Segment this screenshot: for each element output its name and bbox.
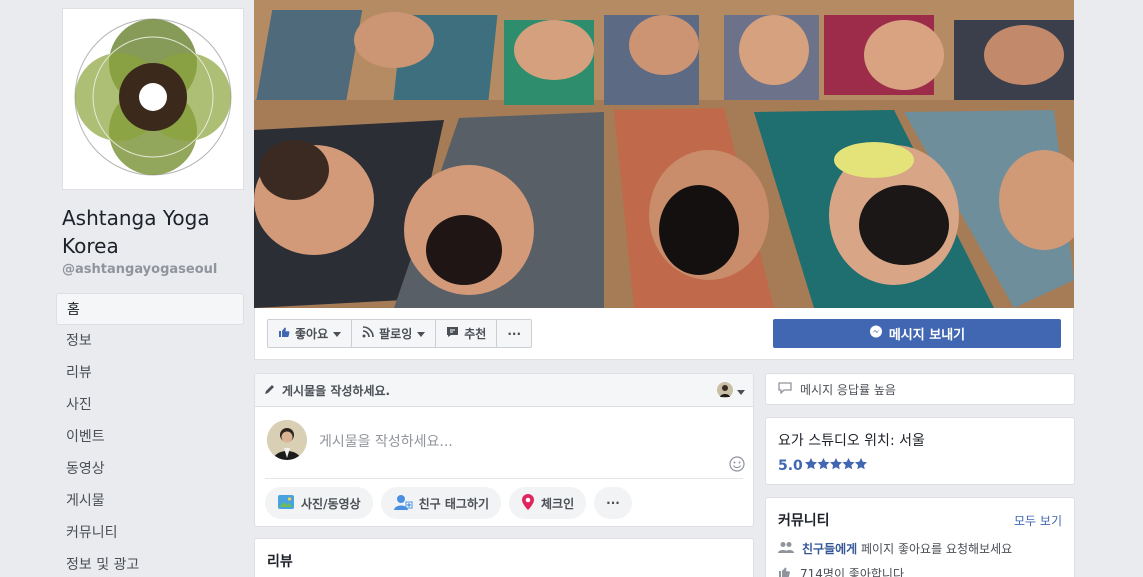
response-rate-text: 메시지 응답률 높음 xyxy=(800,382,896,397)
location-pin-icon xyxy=(521,493,535,514)
comment-icon xyxy=(446,326,459,341)
recommend-button-label: 추천 xyxy=(464,327,487,341)
like-button-label: 좋아요 xyxy=(295,327,329,341)
composer-header-label: 게시물을 작성하세요. xyxy=(282,383,391,398)
page-logo[interactable] xyxy=(62,8,244,190)
more-button[interactable]: ··· xyxy=(497,320,531,347)
location-text: 요가 스튜디오 위치: 서울 xyxy=(778,433,925,449)
nav-item-about[interactable]: 정보 xyxy=(56,325,244,357)
likes-count-text: 714명이 좋아합니다 xyxy=(800,567,904,577)
like-button[interactable]: 좋아요 xyxy=(268,320,353,347)
tag-friends-icon xyxy=(393,493,413,514)
chevron-down-icon xyxy=(333,327,342,341)
follow-button[interactable]: 팔로잉 xyxy=(352,320,437,347)
page-action-group: 좋아요 팔로잉 추천 ··· xyxy=(267,319,533,348)
send-message-label: 메시지 보내기 xyxy=(888,328,966,343)
composer-header[interactable]: 게시물을 작성하세요. xyxy=(255,374,753,407)
photo-video-label: 사진/동영상 xyxy=(301,496,361,511)
nav-item-home[interactable]: 홈 xyxy=(56,293,244,325)
composer-more-label: ··· xyxy=(606,496,620,510)
pencil-icon xyxy=(264,383,276,398)
location-rating-card: 요가 스튜디오 위치: 서울 5.0 xyxy=(765,417,1075,485)
invite-friends-text: 친구들에게 페이지 좋아요를 요청해보세요 xyxy=(802,540,1012,557)
nav-item-events[interactable]: 이벤트 xyxy=(56,421,244,453)
smiley-icon[interactable] xyxy=(729,456,745,472)
rating-value: 5.0 xyxy=(778,458,803,474)
invite-friends-row[interactable]: 친구들에게 페이지 좋아요를 요청해보세요 xyxy=(778,540,1062,557)
follow-button-label: 팔로잉 xyxy=(379,327,413,341)
avatar-small xyxy=(717,382,733,401)
nav-item-community[interactable]: 커뮤니티 xyxy=(56,517,244,549)
tag-friends-button[interactable]: 친구 태그하기 xyxy=(380,487,502,519)
post-composer: 게시물을 작성하세요. 게시물을 작성하세요... 사진/동영상 친구 태그하기… xyxy=(254,373,754,527)
send-message-button[interactable]: 메시지 보내기 xyxy=(773,319,1061,348)
post-as-selector[interactable] xyxy=(717,382,745,401)
reviews-card: 리뷰 xyxy=(254,538,754,577)
page-logo-image xyxy=(74,18,232,176)
page-nav: 홈 정보 리뷰 사진 이벤트 동영상 게시물 커뮤니티 정보 및 광고 xyxy=(56,293,244,577)
response-rate-card: 메시지 응답률 높음 xyxy=(765,373,1075,405)
cover-photo-image xyxy=(254,0,1074,308)
thumbs-up-icon xyxy=(778,566,792,577)
chat-bubble-icon xyxy=(778,381,792,397)
recommend-button[interactable]: 추천 xyxy=(436,320,498,347)
more-button-label: ··· xyxy=(507,326,522,341)
nav-item-videos[interactable]: 동영상 xyxy=(56,453,244,485)
nav-item-posts[interactable]: 게시물 xyxy=(56,485,244,517)
chevron-down-icon xyxy=(737,385,745,399)
messenger-icon xyxy=(869,325,883,343)
rss-icon xyxy=(362,326,374,341)
rating-summary[interactable]: 5.0 xyxy=(778,458,1062,474)
composer-actions: 사진/동영상 친구 태그하기 체크인 ··· xyxy=(255,479,753,527)
composer-input-area[interactable]: 게시물을 작성하세요... xyxy=(265,407,745,479)
page-title: Ashtanga Yoga Korea xyxy=(62,206,210,258)
page-action-bar: 좋아요 팔로잉 추천 ··· 메시지 보내기 xyxy=(254,308,1074,360)
nav-item-reviews[interactable]: 리뷰 xyxy=(56,357,244,389)
avatar xyxy=(267,420,307,460)
cover-photo[interactable] xyxy=(254,0,1074,308)
composer-placeholder: 게시물을 작성하세요... xyxy=(319,434,453,450)
thumbs-up-icon xyxy=(278,326,290,341)
tag-friends-label: 친구 태그하기 xyxy=(418,496,490,511)
community-card: 커뮤니티 모두 보기 친구들에게 페이지 좋아요를 요청해보세요 714명이 좋… xyxy=(765,497,1075,577)
friends-icon xyxy=(778,541,794,556)
checkin-button[interactable]: 체크인 xyxy=(509,487,587,519)
star-rating-icon xyxy=(804,458,867,474)
invite-friends-link[interactable]: 친구들에게 xyxy=(802,542,857,556)
photo-icon xyxy=(277,493,295,514)
photo-video-button[interactable]: 사진/동영상 xyxy=(265,487,373,519)
composer-more-button[interactable]: ··· xyxy=(594,487,632,519)
nav-item-info-ads[interactable]: 정보 및 광고 xyxy=(56,549,244,577)
nav-item-photos[interactable]: 사진 xyxy=(56,389,244,421)
page-handle[interactable]: @ashtangayogaseoul xyxy=(62,262,217,277)
reviews-title: 리뷰 xyxy=(267,554,293,570)
chevron-down-icon xyxy=(417,327,426,341)
invite-friends-rest: 페이지 좋아요를 요청해보세요 xyxy=(857,542,1013,556)
see-all-link[interactable]: 모두 보기 xyxy=(1014,512,1062,529)
checkin-label: 체크인 xyxy=(541,496,575,511)
likes-count-row: 714명이 좋아합니다 xyxy=(778,565,1062,577)
